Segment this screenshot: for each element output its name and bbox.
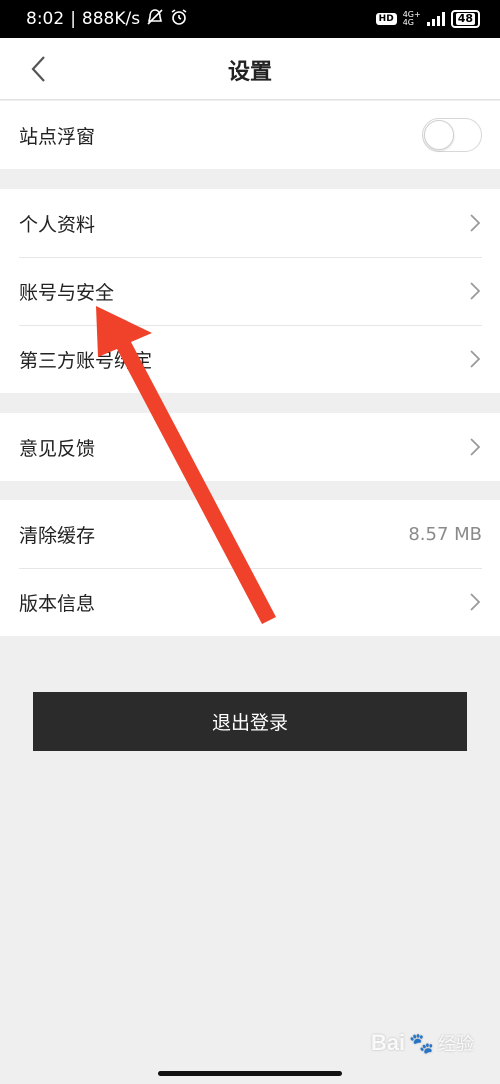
- settings-group-feedback: 意见反馈: [0, 413, 500, 481]
- hd-badge: HD: [375, 13, 397, 25]
- header: 设置: [0, 38, 500, 100]
- settings-group-misc: 清除缓存 8.57 MB 版本信息: [0, 500, 500, 636]
- version-info-label: 版本信息: [19, 592, 96, 615]
- chevron-right-icon: [468, 213, 482, 233]
- row-version-info[interactable]: 版本信息: [0, 568, 500, 636]
- network-type: 4G+ 4G: [402, 10, 421, 27]
- paw-icon: 🐾: [409, 1032, 434, 1055]
- account-security-label: 账号与安全: [19, 281, 115, 304]
- row-account-security[interactable]: 账号与安全: [0, 257, 500, 325]
- status-divider: |: [70, 9, 76, 29]
- clear-cache-label: 清除缓存: [19, 524, 96, 547]
- signal-icon: [426, 12, 445, 26]
- page-title: 设置: [227, 60, 272, 85]
- row-third-party-binding[interactable]: 第三方账号绑定: [0, 325, 500, 393]
- watermark-logo: Bai 🐾 经验: [371, 1030, 474, 1056]
- battery-icon: 48: [450, 10, 480, 28]
- third-party-binding-label: 第三方账号绑定: [19, 349, 153, 372]
- alarm-icon: [170, 8, 188, 31]
- status-left: 8:02 | 888K/s: [26, 8, 188, 31]
- home-indicator: [158, 1071, 342, 1076]
- settings-group-floating: 站点浮窗: [0, 101, 500, 169]
- floating-window-toggle[interactable]: [422, 118, 482, 152]
- row-floating-window: 站点浮窗: [0, 101, 500, 169]
- toggle-knob: [424, 120, 454, 150]
- chevron-right-icon: [468, 281, 482, 301]
- watermark-suffix: 经验: [438, 1034, 474, 1054]
- battery-level: 48: [455, 12, 475, 25]
- row-clear-cache[interactable]: 清除缓存 8.57 MB: [0, 500, 500, 568]
- status-time: 8:02: [26, 9, 65, 29]
- status-bar: 8:02 | 888K/s HD 4G+ 4G 48: [0, 0, 500, 38]
- row-feedback[interactable]: 意见反馈: [0, 413, 500, 481]
- settings-group-account: 个人资料 账号与安全 第三方账号绑定: [0, 189, 500, 393]
- watermark-brand: Bai: [370, 1030, 406, 1055]
- chevron-right-icon: [468, 437, 482, 457]
- status-right: HD 4G+ 4G 48: [375, 10, 480, 28]
- feedback-label: 意见反馈: [19, 437, 96, 460]
- network-speed: 888K/s: [81, 9, 141, 29]
- chevron-right-icon: [468, 349, 482, 369]
- floating-window-label: 站点浮窗: [19, 125, 96, 148]
- row-profile[interactable]: 个人资料: [0, 189, 500, 257]
- logout-button[interactable]: 退出登录: [33, 692, 467, 751]
- profile-label: 个人资料: [19, 213, 96, 236]
- mute-icon: [146, 8, 164, 31]
- chevron-right-icon: [468, 592, 482, 612]
- cache-size-value: 8.57 MB: [408, 523, 482, 545]
